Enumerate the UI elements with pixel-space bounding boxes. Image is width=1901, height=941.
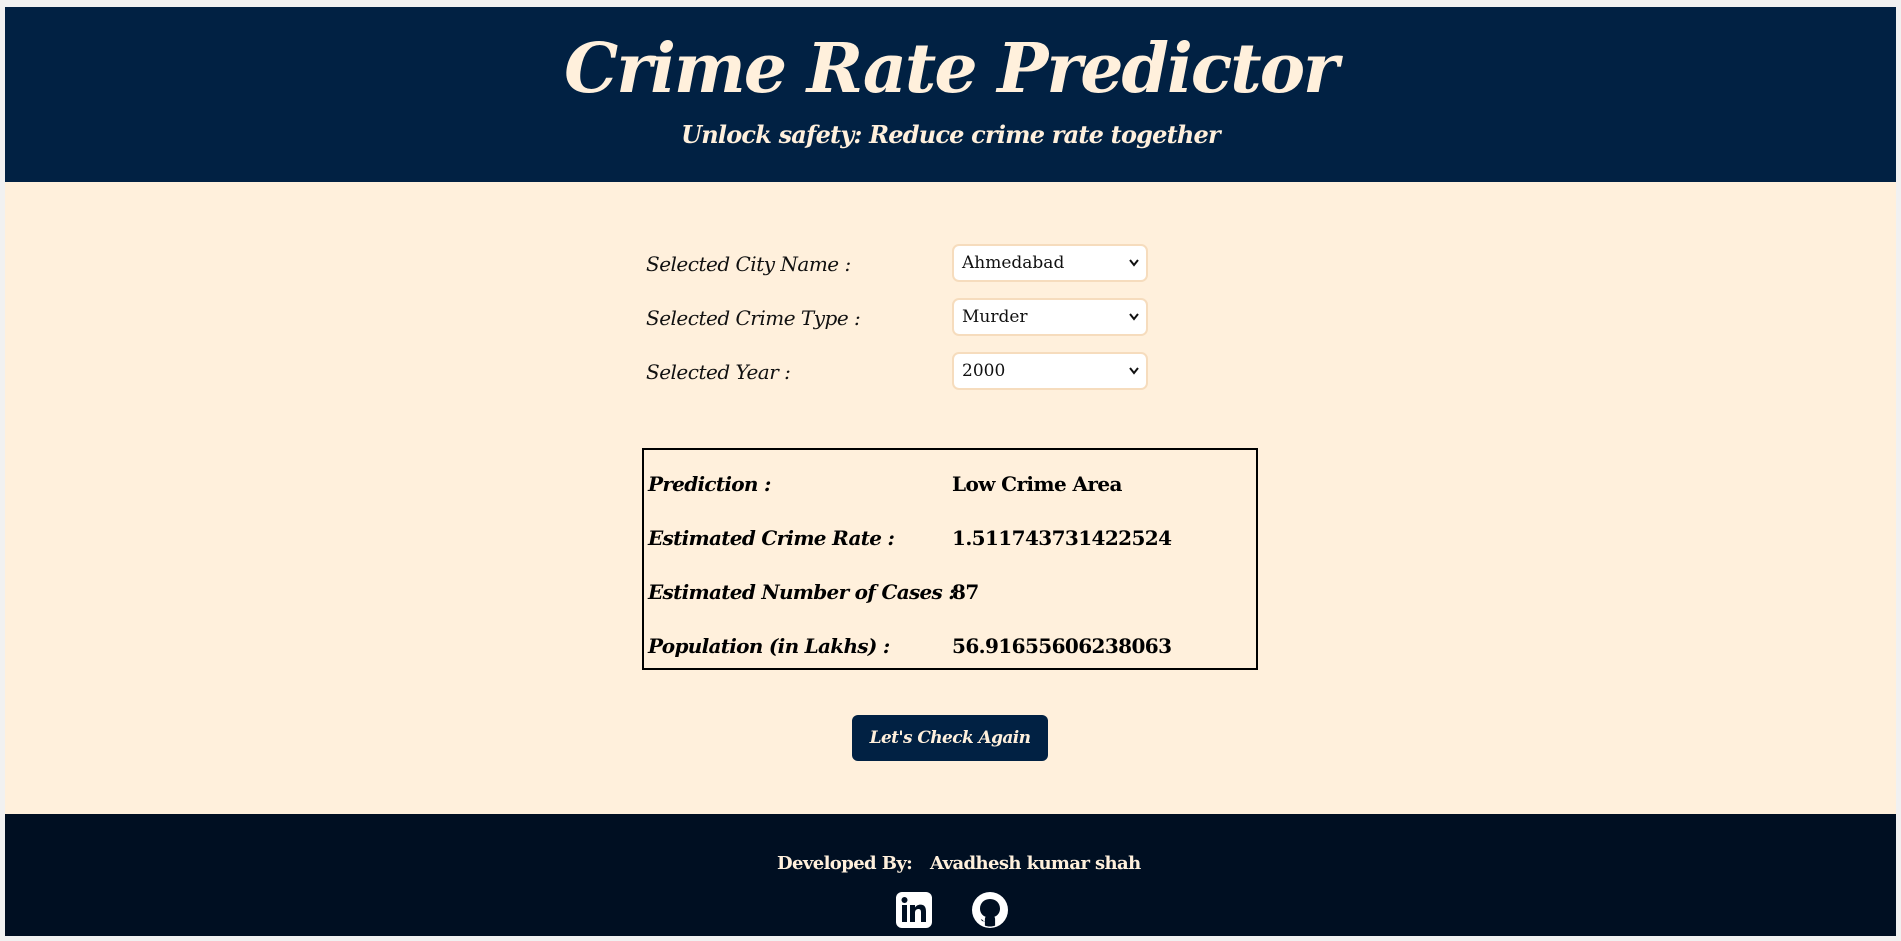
city-row: Selected City Name : Ahmedabad — [646, 244, 1156, 284]
crime-type-label: Selected Crime Type : — [646, 306, 861, 330]
year-select[interactable]: 2000 — [952, 352, 1148, 390]
cases-row: Estimated Number of Cases : 87 — [644, 580, 1256, 610]
city-select-value: Ahmedabad — [962, 253, 1065, 273]
prediction-value: Low Crime Area — [952, 472, 1122, 496]
crime-type-select[interactable]: Murder — [952, 298, 1148, 336]
prediction-row: Prediction : Low Crime Area — [644, 472, 1256, 502]
chevron-down-icon — [1129, 313, 1139, 321]
crime-rate-row: Estimated Crime Rate : 1.511743731422524 — [644, 526, 1256, 556]
chevron-down-icon — [1129, 367, 1139, 375]
page-subtitle: Unlock safety: Reduce crime rate togethe… — [681, 120, 1221, 149]
developer-name: Avadhesh kumar shah — [930, 853, 1141, 874]
prediction-label: Prediction : — [648, 472, 771, 496]
crime-rate-value: 1.511743731422524 — [952, 526, 1172, 550]
crime-type-row: Selected Crime Type : Murder — [646, 298, 1156, 338]
year-label: Selected Year : — [646, 360, 791, 384]
population-row: Population (in Lakhs) : 56.9165560623806… — [644, 634, 1256, 664]
github-icon[interactable] — [971, 891, 1009, 929]
city-label: Selected City Name : — [646, 252, 851, 276]
developed-by-label: Developed By: — [777, 853, 913, 874]
year-row: Selected Year : 2000 — [646, 352, 1156, 392]
page: Crime Rate Predictor Unlock safety: Redu… — [5, 7, 1896, 936]
chevron-down-icon — [1129, 259, 1139, 267]
site-footer: Developed By: Avadhesh kumar shah — [5, 814, 1896, 936]
population-value: 56.91655606238063 — [952, 634, 1172, 658]
page-title: Crime Rate Predictor — [564, 29, 1339, 109]
site-header: Crime Rate Predictor Unlock safety: Redu… — [5, 7, 1896, 182]
year-select-value: 2000 — [962, 361, 1006, 381]
cases-value: 87 — [952, 580, 979, 604]
city-select[interactable]: Ahmedabad — [952, 244, 1148, 282]
population-label: Population (in Lakhs) : — [648, 634, 890, 658]
prediction-results: Prediction : Low Crime Area Estimated Cr… — [642, 448, 1258, 670]
cases-label: Estimated Number of Cases : — [648, 580, 956, 604]
check-again-button[interactable]: Let's Check Again — [852, 715, 1048, 761]
crime-rate-label: Estimated Crime Rate : — [648, 526, 895, 550]
linkedin-icon[interactable] — [895, 891, 933, 929]
crime-type-select-value: Murder — [962, 307, 1028, 327]
